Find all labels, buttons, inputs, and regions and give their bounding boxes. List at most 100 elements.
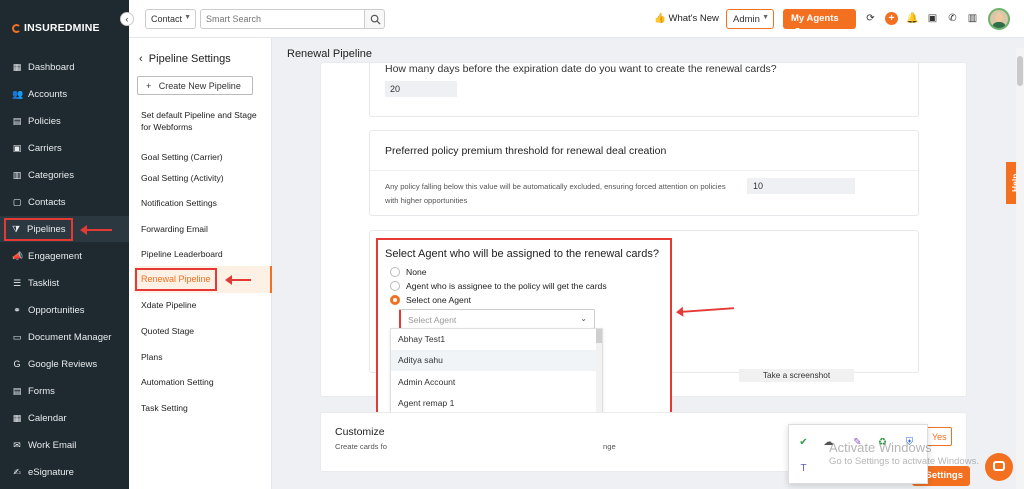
chevron-left-icon[interactable]: ‹ <box>120 12 134 26</box>
settings-item-pipeline-leaderboard[interactable]: Pipeline Leaderboard <box>141 248 269 260</box>
sidebar-item-label: Opportunities <box>28 304 85 316</box>
sidebar-item-label: Accounts <box>28 88 68 100</box>
sidebar-item-tasklist[interactable]: ☰ Tasklist <box>0 270 129 296</box>
contacts-icon: ▢ <box>12 197 22 207</box>
plus-icon: + <box>146 81 152 91</box>
days-question: How many days before the expiration date… <box>385 63 777 75</box>
email-icon: ✉ <box>13 440 21 450</box>
activate-windows-subtext: Go to Settings to activate Windows. <box>829 456 979 467</box>
search-button[interactable] <box>364 9 385 29</box>
sidebar-item-label: Calendar <box>28 412 67 424</box>
days-before-section: How many days before the expiration date… <box>369 63 919 117</box>
sidebar-item-work-email[interactable]: ✉ Work Email <box>0 432 129 458</box>
annotation-arrow-sidebar <box>80 225 112 235</box>
filter-icon: ⧩ <box>11 224 21 234</box>
megaphone-icon: 📣 <box>12 251 24 261</box>
contact-type-select[interactable]: Contact ▼ <box>145 9 196 29</box>
user-avatar[interactable] <box>988 8 1010 30</box>
premium-threshold-section: Preferred policy premium threshold for r… <box>369 130 919 216</box>
opportunities-icon: ⚭ <box>13 305 21 315</box>
page-scrollbar[interactable] <box>1016 48 1024 489</box>
sidebar-item-label: Policies <box>28 115 61 127</box>
chevron-down-icon: ▼ <box>794 27 801 34</box>
customize-title: Customize <box>335 426 385 438</box>
chat-button[interactable] <box>985 453 1013 481</box>
settings-item-notification-settings[interactable]: Notification Settings <box>141 197 269 209</box>
sidebar-item-dashboard[interactable]: ▦ Dashboard <box>0 54 129 80</box>
settings-item-task-setting[interactable]: Task Setting <box>141 402 269 414</box>
settings-item-xdate-pipeline[interactable]: Xdate Pipeline <box>141 299 269 311</box>
create-button-label: Create New Pipeline <box>158 81 241 91</box>
annotation-arrow-settings <box>225 275 251 285</box>
settings-item-renewal-pipeline[interactable]: Renewal Pipeline <box>135 268 217 291</box>
agent-option[interactable]: Abhay Test1 <box>391 329 597 350</box>
contact-select-value: Contact <box>151 14 183 24</box>
select-agent-dropdown[interactable]: Select Agent ⌄ <box>399 309 595 329</box>
customize-description-tail: nge <box>603 442 616 451</box>
bell-icon[interactable]: 🔔 <box>906 12 919 25</box>
sidebar-item-google-reviews[interactable]: G Google Reviews <box>0 351 129 377</box>
sidebar-item-accounts[interactable]: 👥 Accounts <box>0 81 129 107</box>
threshold-description: Any policy falling below this value will… <box>385 182 726 205</box>
settings-item-forwarding-email[interactable]: Forwarding Email <box>141 223 269 235</box>
days-input[interactable]: 20 <box>385 81 457 97</box>
teams-icon[interactable]: T <box>798 463 809 474</box>
active-item-outline: ⧩ Pipelines <box>4 217 73 241</box>
sidebar-item-label: Contacts <box>28 196 66 208</box>
my-agents-button[interactable]: My Agents ▼ <box>783 9 856 34</box>
sidebar-item-esignature[interactable]: ✍ eSignature <box>0 459 129 485</box>
settings-item-plans[interactable]: Plans <box>141 351 269 363</box>
settings-item-goal-setting-activity[interactable]: Goal Setting (Activity) <box>141 172 269 184</box>
agent-option[interactable]: Admin Account <box>391 372 597 393</box>
sidebar-item-engagement[interactable]: 📣 Engagement <box>0 243 129 269</box>
shield-check-icon[interactable]: ✔ <box>798 437 809 448</box>
create-new-pipeline-button[interactable]: + Create New Pipeline <box>137 76 253 95</box>
settings-item-set-default-pipeline-and-stage-for-webforms[interactable]: Set default Pipeline and Stage for Webfo… <box>141 109 269 133</box>
whats-new-label: What's New <box>668 13 719 24</box>
sidebar-item-label: Carriers <box>28 142 62 154</box>
settings-item-quoted-stage[interactable]: Quoted Stage <box>141 325 269 337</box>
sidebar-item-document-manager[interactable]: ▭ Document Manager <box>0 324 129 350</box>
radio-button[interactable] <box>390 281 400 291</box>
phone-icon[interactable]: ✆ <box>946 12 959 25</box>
customize-description: Create cards fo <box>335 442 387 451</box>
sidebar-item-categories[interactable]: ▥ Categories <box>0 162 129 188</box>
radio-button[interactable] <box>390 267 400 277</box>
settings-item-goal-setting-carrier[interactable]: Goal Setting (Carrier) <box>141 151 269 163</box>
sidebar-item-forms[interactable]: ▤ Forms <box>0 378 129 404</box>
agent-option[interactable]: Aditya sahu <box>391 350 597 372</box>
policies-icon: ▤ <box>12 116 22 126</box>
sidebar-item-policies[interactable]: ▤ Policies <box>0 108 129 134</box>
sidebar-item-label: Tasklist <box>28 277 60 289</box>
radio-option[interactable]: None <box>390 267 427 277</box>
calendar-icon: ▦ <box>12 413 22 423</box>
settings-item-automation-setting[interactable]: Automation Setting <box>141 376 269 388</box>
sidebar-item-carriers[interactable]: ▣ Carriers <box>0 135 129 161</box>
page-title: Renewal Pipeline <box>287 48 372 60</box>
add-icon[interactable]: + <box>885 12 898 25</box>
settings-panel-title[interactable]: ‹ Pipeline Settings <box>139 53 231 65</box>
sidebar-item-contacts[interactable]: ▢ Contacts <box>0 189 129 215</box>
calculator-icon[interactable]: ▥ <box>966 12 979 25</box>
sidebar-item-opportunities[interactable]: ⚭ Opportunities <box>0 297 129 323</box>
tasklist-icon: ☰ <box>12 278 22 288</box>
radio-label: None <box>406 267 427 277</box>
radio-button[interactable] <box>390 295 400 305</box>
radio-option[interactable]: Agent who is assignee to the policy will… <box>390 281 607 291</box>
threshold-input[interactable]: 10 <box>747 178 855 194</box>
brand-logo[interactable]: INSUREDMINE <box>12 22 100 34</box>
sidebar-item-calendar[interactable]: ▦ Calendar <box>0 405 129 431</box>
radio-label: Select one Agent <box>406 295 471 305</box>
top-header: Contact ▼ 👍 What's New Admin ▼ My Agents… <box>129 0 1024 38</box>
radio-label: Agent who is assignee to the policy will… <box>406 281 607 291</box>
radio-option[interactable]: Select one Agent <box>390 295 471 305</box>
sidebar-item-label: Document Manager <box>28 331 112 343</box>
role-select[interactable]: Admin ▼ <box>726 9 774 29</box>
role-select-value: Admin <box>733 14 760 25</box>
phone-status-icon[interactable]: ▣ <box>926 12 939 25</box>
smart-search-input[interactable] <box>200 9 365 29</box>
take-screenshot-label[interactable]: Take a screenshot <box>739 369 854 382</box>
select-agent-placeholder: Select Agent <box>408 315 457 325</box>
refresh-icon[interactable]: ⟳ <box>864 12 877 25</box>
whats-new-link[interactable]: 👍 What's New <box>654 13 719 24</box>
